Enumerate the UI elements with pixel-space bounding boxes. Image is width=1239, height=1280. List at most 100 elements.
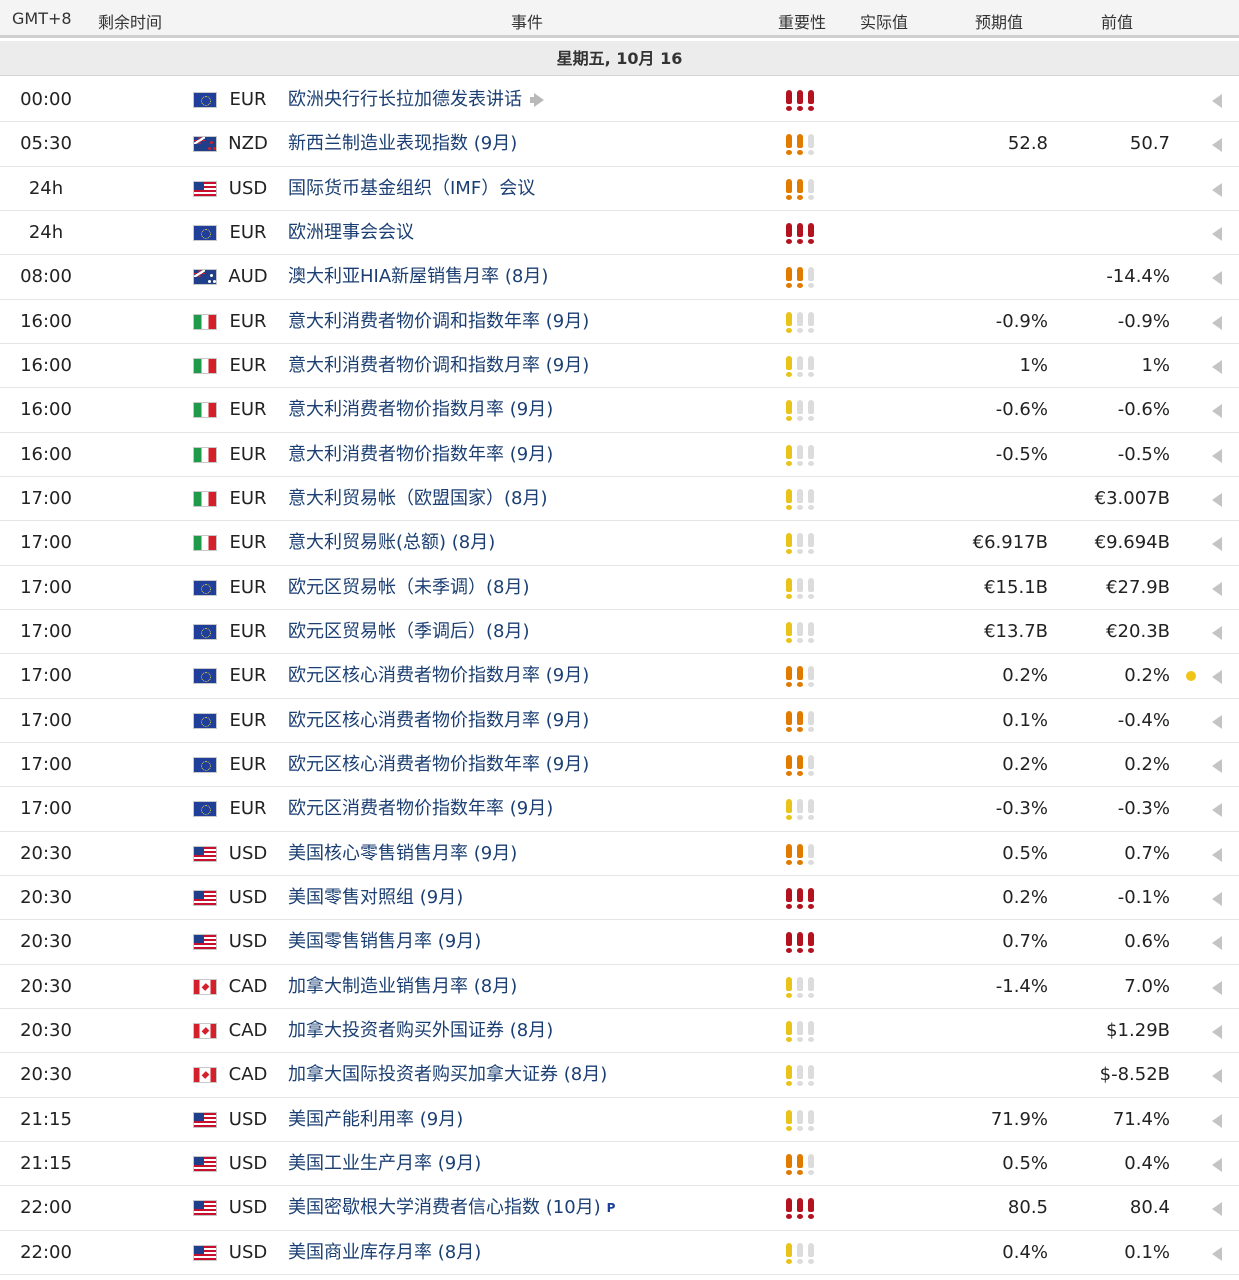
- event-row[interactable]: 21:15 USD 美国产能利用率 (9月) 71.9% 71.4%: [0, 1098, 1239, 1142]
- event-name[interactable]: 加拿大国际投资者购买加拿大证券 (8月): [288, 1064, 607, 1085]
- event-row[interactable]: 20:30 CAD 加拿大制造业销售月率 (8月) -1.4% 7.0%: [0, 965, 1239, 1009]
- event-name-link[interactable]: 美国密歇根大学消费者信心指数 (10月) P: [288, 1186, 768, 1230]
- event-name[interactable]: 美国零售对照组 (9月): [288, 887, 463, 908]
- event-name-link[interactable]: 欧元区核心消费者物价指数月率 (9月): [288, 699, 768, 743]
- event-row[interactable]: 17:00 EUR 意大利贸易帐（欧盟国家）(8月) €3.007B: [0, 477, 1239, 522]
- event-row[interactable]: 20:30 USD 美国核心零售销售月率 (9月) 0.5% 0.7%: [0, 832, 1239, 876]
- event-name-link[interactable]: 美国核心零售销售月率 (9月): [288, 832, 768, 876]
- event-name-link[interactable]: 美国零售对照组 (9月): [288, 876, 768, 920]
- event-name-link[interactable]: 意大利消费者物价调和指数年率 (9月): [288, 300, 768, 344]
- event-row[interactable]: 17:00 EUR 欧元区贸易帐（未季调）(8月) €15.1B €27.9B: [0, 566, 1239, 610]
- event-row[interactable]: 17:00 EUR 意大利贸易账(总额) (8月) €6.917B €9.694B: [0, 521, 1239, 566]
- event-row[interactable]: 20:30 CAD 加拿大国际投资者购买加拿大证券 (8月) $-8.52B: [0, 1053, 1239, 1098]
- expand-arrow-icon[interactable]: [1212, 271, 1222, 286]
- expand-arrow-icon[interactable]: [1212, 537, 1222, 552]
- event-name-link[interactable]: 美国零售销售月率 (9月): [288, 920, 768, 964]
- expand-arrow-icon[interactable]: [1212, 581, 1222, 596]
- event-name[interactable]: 加拿大制造业销售月率 (8月): [288, 976, 517, 997]
- event-row[interactable]: 17:00 EUR 欧元区消费者物价指数年率 (9月) -0.3% -0.3%: [0, 787, 1239, 832]
- event-name[interactable]: 意大利消费者物价调和指数月率 (9月): [288, 355, 589, 376]
- event-name-link[interactable]: 欧元区贸易帐（季调后）(8月): [288, 610, 768, 654]
- event-row[interactable]: 16:00 EUR 意大利消费者物价指数月率 (9月) -0.6% -0.6%: [0, 388, 1239, 433]
- event-row[interactable]: 21:15 USD 美国工业生产月率 (9月) 0.5% 0.4%: [0, 1142, 1239, 1187]
- event-row[interactable]: 16:00 EUR 意大利消费者物价调和指数年率 (9月) -0.9% -0.9%: [0, 300, 1239, 344]
- remaining-time-header[interactable]: 剩余时间: [98, 9, 162, 33]
- event-name-link[interactable]: 欧元区贸易帐（未季调）(8月): [288, 566, 768, 610]
- expand-arrow-icon[interactable]: [1212, 625, 1222, 640]
- expand-arrow-icon[interactable]: [1212, 448, 1222, 463]
- expand-arrow-icon[interactable]: [1212, 936, 1222, 951]
- event-name[interactable]: 欧元区贸易帐（未季调）(8月): [288, 577, 530, 598]
- event-name-link[interactable]: 欧洲央行行长拉加德发表讲话: [288, 78, 768, 122]
- event-name[interactable]: 美国密歇根大学消费者信心指数 (10月): [288, 1197, 601, 1218]
- timezone-header[interactable]: GMT+8: [12, 9, 72, 28]
- expand-arrow-icon[interactable]: [1212, 980, 1222, 995]
- expand-arrow-icon[interactable]: [1212, 226, 1222, 241]
- expand-arrow-icon[interactable]: [1212, 670, 1222, 685]
- event-name[interactable]: 意大利贸易账(总额) (8月): [288, 532, 495, 553]
- event-name[interactable]: 新西兰制造业表现指数 (9月): [288, 133, 517, 154]
- event-name-link[interactable]: 美国产能利用率 (9月): [288, 1098, 768, 1142]
- event-row[interactable]: 20:30 USD 美国零售对照组 (9月) 0.2% -0.1%: [0, 876, 1239, 921]
- event-name-link[interactable]: 欧元区核心消费者物价指数月率 (9月): [288, 654, 768, 698]
- event-name[interactable]: 欧元区消费者物价指数年率 (9月): [288, 798, 553, 819]
- expand-arrow-icon[interactable]: [1212, 1024, 1222, 1039]
- event-name[interactable]: 意大利消费者物价指数年率 (9月): [288, 444, 553, 465]
- event-row[interactable]: 22:00 USD 美国商业库存月率 (8月) 0.4% 0.1%: [0, 1231, 1239, 1275]
- event-name[interactable]: 美国工业生产月率 (9月): [288, 1153, 481, 1174]
- event-name[interactable]: 澳大利亚HIA新屋销售月率 (8月): [288, 266, 548, 287]
- event-row[interactable]: 22:00 USD 美国密歇根大学消费者信心指数 (10月) P 80.5 80.4: [0, 1186, 1239, 1231]
- event-name-link[interactable]: 欧元区核心消费者物价指数年率 (9月): [288, 743, 768, 787]
- expand-arrow-icon[interactable]: [1212, 758, 1222, 773]
- expand-arrow-icon[interactable]: [1212, 315, 1222, 330]
- expand-arrow-icon[interactable]: [1212, 94, 1222, 108]
- event-name-link[interactable]: 新西兰制造业表现指数 (9月): [288, 122, 768, 166]
- event-name-link[interactable]: 意大利消费者物价指数年率 (9月): [288, 433, 768, 477]
- event-name[interactable]: 欧洲理事会会议: [288, 222, 414, 243]
- event-name[interactable]: 加拿大投资者购买外国证券 (8月): [288, 1020, 553, 1041]
- event-name[interactable]: 欧元区核心消费者物价指数月率 (9月): [288, 710, 589, 731]
- expand-arrow-icon[interactable]: [1212, 1246, 1222, 1261]
- event-name-link[interactable]: 美国工业生产月率 (9月): [288, 1142, 768, 1186]
- event-row[interactable]: 08:00 AUD 澳大利亚HIA新屋销售月率 (8月) -14.4%: [0, 255, 1239, 300]
- event-name[interactable]: 美国商业库存月率 (8月): [288, 1242, 481, 1263]
- event-name[interactable]: 欧元区核心消费者物价指数月率 (9月): [288, 665, 589, 686]
- event-name-link[interactable]: 欧洲理事会会议: [288, 211, 768, 255]
- event-name-link[interactable]: 意大利消费者物价指数月率 (9月): [288, 388, 768, 432]
- event-row[interactable]: 00:00 EUR 欧洲央行行长拉加德发表讲话: [0, 78, 1239, 123]
- event-row[interactable]: 17:00 EUR 欧元区核心消费者物价指数月率 (9月) 0.2% 0.2%: [0, 654, 1239, 699]
- event-name-link[interactable]: 澳大利亚HIA新屋销售月率 (8月): [288, 255, 768, 299]
- event-row[interactable]: 05:30 NZD 新西兰制造业表现指数 (9月) 52.8 50.7: [0, 122, 1239, 167]
- expand-arrow-icon[interactable]: [1212, 1069, 1222, 1084]
- expand-arrow-icon[interactable]: [1212, 1157, 1222, 1172]
- event-name[interactable]: 美国零售销售月率 (9月): [288, 931, 481, 952]
- event-row[interactable]: 17:00 EUR 欧元区核心消费者物价指数月率 (9月) 0.1% -0.4%: [0, 699, 1239, 743]
- event-name-link[interactable]: 美国商业库存月率 (8月): [288, 1231, 768, 1275]
- event-name[interactable]: 意大利贸易帐（欧盟国家）(8月): [288, 488, 548, 509]
- event-name[interactable]: 欧元区贸易帐（季调后）(8月): [288, 621, 530, 642]
- event-row[interactable]: 24h EUR 欧洲理事会会议: [0, 211, 1239, 256]
- event-name[interactable]: 欧元区核心消费者物价指数年率 (9月): [288, 754, 589, 775]
- expand-arrow-icon[interactable]: [1212, 1113, 1222, 1128]
- expand-arrow-icon[interactable]: [1212, 359, 1222, 374]
- expand-arrow-icon[interactable]: [1212, 182, 1222, 197]
- event-name-link[interactable]: 欧元区消费者物价指数年率 (9月): [288, 787, 768, 831]
- event-name-link[interactable]: 加拿大制造业销售月率 (8月): [288, 965, 768, 1009]
- event-row[interactable]: 20:30 CAD 加拿大投资者购买外国证券 (8月) $1.29B: [0, 1009, 1239, 1054]
- event-row[interactable]: 24h USD 国际货币基金组织（IMF）会议: [0, 167, 1239, 211]
- expand-arrow-icon[interactable]: [1212, 891, 1222, 906]
- event-row[interactable]: 16:00 EUR 意大利消费者物价调和指数月率 (9月) 1% 1%: [0, 344, 1239, 389]
- expand-arrow-icon[interactable]: [1212, 1202, 1222, 1217]
- event-row[interactable]: 20:30 USD 美国零售销售月率 (9月) 0.7% 0.6%: [0, 920, 1239, 965]
- event-row[interactable]: 17:00 EUR 欧元区核心消费者物价指数年率 (9月) 0.2% 0.2%: [0, 743, 1239, 788]
- event-name[interactable]: 意大利消费者物价指数月率 (9月): [288, 399, 553, 420]
- event-row[interactable]: 17:00 EUR 欧元区贸易帐（季调后）(8月) €13.7B €20.3B: [0, 610, 1239, 655]
- event-name-link[interactable]: 加拿大投资者购买外国证券 (8月): [288, 1009, 768, 1053]
- event-name-link[interactable]: 意大利消费者物价调和指数月率 (9月): [288, 344, 768, 388]
- event-name[interactable]: 欧洲央行行长拉加德发表讲话: [288, 89, 522, 110]
- expand-arrow-icon[interactable]: [1212, 492, 1222, 507]
- event-name-link[interactable]: 国际货币基金组织（IMF）会议: [288, 167, 768, 211]
- expand-arrow-icon[interactable]: [1212, 803, 1222, 818]
- expand-arrow-icon[interactable]: [1212, 138, 1222, 153]
- event-name[interactable]: 意大利消费者物价调和指数年率 (9月): [288, 311, 589, 332]
